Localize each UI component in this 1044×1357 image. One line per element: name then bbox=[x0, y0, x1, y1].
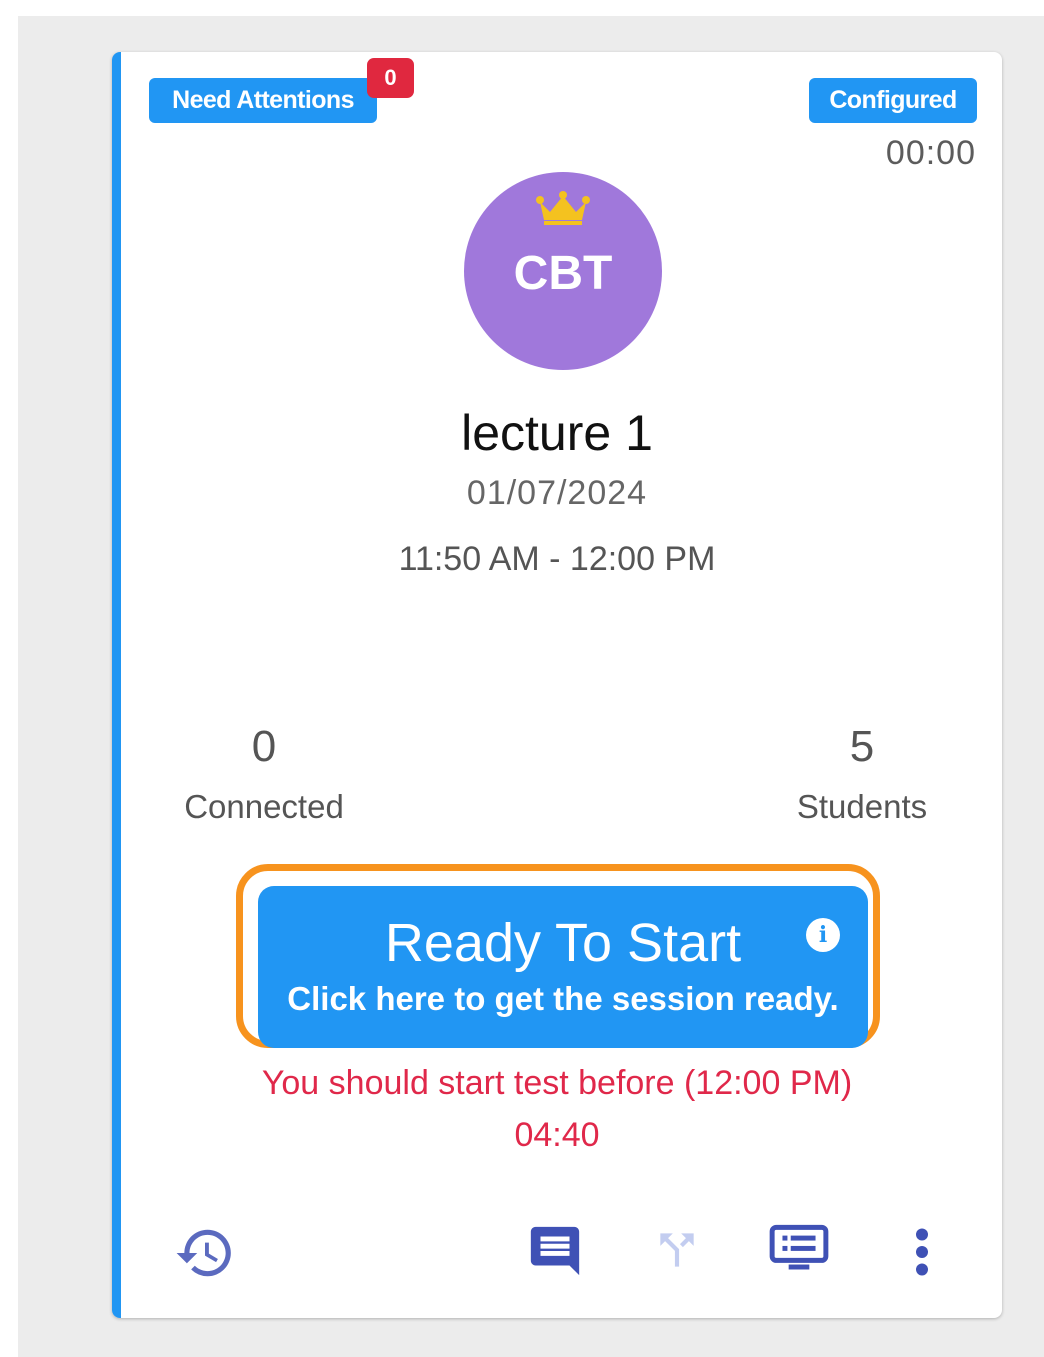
fork-icon bbox=[660, 1233, 694, 1267]
more-vert-icon[interactable] bbox=[906, 1222, 938, 1282]
session-avatar: CBT bbox=[464, 172, 662, 370]
chat-icon[interactable] bbox=[526, 1222, 584, 1280]
session-time-range: 11:50 AM - 12:00 PM bbox=[398, 540, 716, 578]
ready-to-start-button[interactable]: Ready To Start Click here to get the ses… bbox=[258, 886, 868, 1048]
students-count: 5 bbox=[849, 722, 875, 771]
message-screen-icon[interactable] bbox=[768, 1222, 830, 1274]
need-attentions-count: 0 bbox=[367, 58, 414, 98]
ready-button-title: Ready To Start bbox=[384, 913, 742, 973]
session-card: Need Attentions 0 Configured 00:00 CBT l… bbox=[112, 52, 1002, 1318]
session-timer: 00:00 bbox=[885, 134, 976, 172]
need-attentions-badge[interactable]: Need Attentions bbox=[149, 78, 377, 123]
need-attentions-label: Need Attentions bbox=[172, 86, 354, 114]
session-date: 01/07/2024 bbox=[466, 474, 648, 512]
connected-stat: 0 Connected bbox=[154, 722, 374, 826]
students-label: Students bbox=[796, 788, 928, 825]
avatar-text: CBT bbox=[513, 246, 613, 300]
ready-button-subtitle: Click here to get the session ready. bbox=[287, 980, 839, 1017]
connected-count: 0 bbox=[251, 722, 277, 771]
students-stat: 5 Students bbox=[752, 722, 972, 826]
history-icon[interactable] bbox=[174, 1222, 236, 1284]
crown-icon bbox=[536, 191, 590, 225]
start-warning-message: You should start test before (12:00 PM) bbox=[261, 1064, 853, 1102]
configured-badge: Configured bbox=[809, 78, 977, 123]
session-title: lecture 1 bbox=[461, 405, 653, 461]
start-countdown: 04:40 bbox=[514, 1116, 600, 1154]
configured-label: Configured bbox=[829, 86, 957, 114]
connected-label: Connected bbox=[184, 788, 344, 825]
info-icon[interactable]: i bbox=[806, 918, 840, 952]
